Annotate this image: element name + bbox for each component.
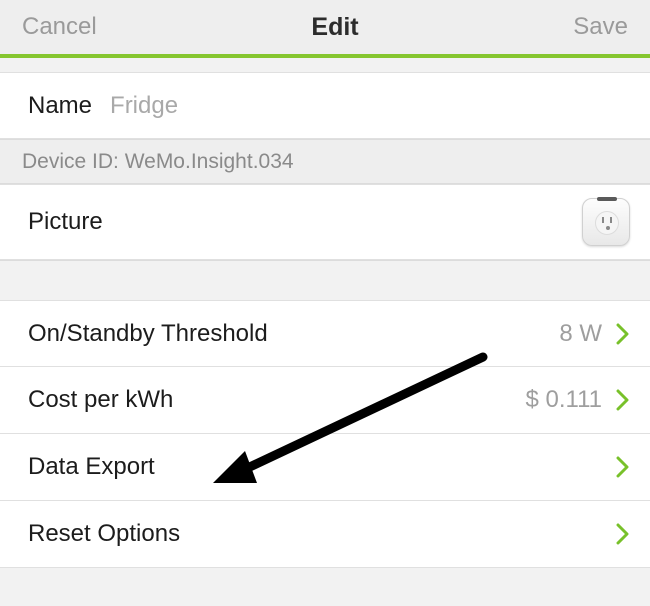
name-input[interactable]: Fridge (110, 92, 630, 120)
device-id-bar: Device ID: WeMo.Insight.034 (0, 139, 650, 184)
chevron-right-icon (616, 523, 630, 545)
name-row[interactable]: Name Fridge (0, 72, 650, 139)
reset-options-label: Reset Options (28, 520, 180, 548)
reset-options-row[interactable]: Reset Options (0, 501, 650, 568)
section-gap (0, 260, 650, 300)
gap (0, 568, 650, 582)
picture-label: Picture (28, 208, 103, 236)
device-id-text: Device ID: WeMo.Insight.034 (22, 150, 294, 174)
cost-row[interactable]: Cost per kWh $ 0.111 (0, 367, 650, 434)
picture-row[interactable]: Picture (0, 184, 650, 260)
threshold-row[interactable]: On/Standby Threshold 8 W (0, 300, 650, 367)
cancel-button[interactable]: Cancel (22, 13, 97, 41)
threshold-label: On/Standby Threshold (28, 320, 268, 348)
chevron-right-icon (616, 389, 630, 411)
header-bar: Cancel Edit Save (0, 0, 650, 58)
data-export-label: Data Export (28, 453, 155, 481)
save-button[interactable]: Save (573, 13, 628, 41)
data-export-row[interactable]: Data Export (0, 434, 650, 501)
page-title: Edit (311, 13, 358, 42)
threshold-value: 8 W (559, 320, 602, 348)
chevron-right-icon (616, 456, 630, 478)
cost-label: Cost per kWh (28, 386, 173, 414)
cost-value: $ 0.111 (525, 386, 602, 414)
smart-plug-icon (582, 198, 630, 246)
chevron-right-icon (616, 323, 630, 345)
name-label: Name (28, 92, 92, 120)
gap (0, 58, 650, 72)
